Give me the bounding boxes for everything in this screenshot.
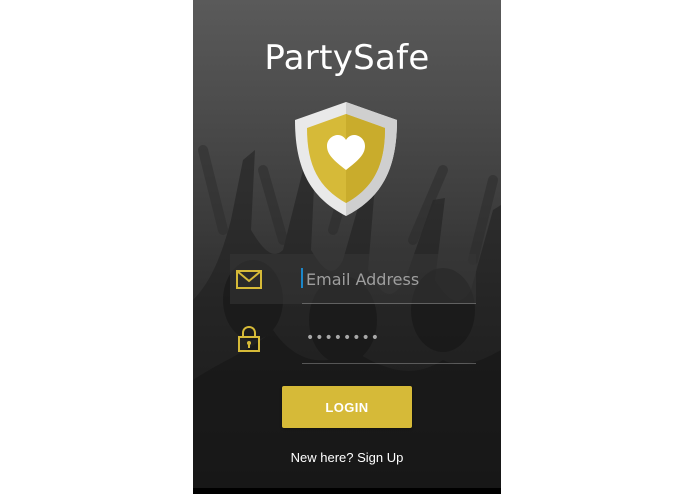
envelope-icon [236,270,262,289]
email-field-row [230,254,476,304]
email-underline [302,303,476,304]
password-underline [302,363,476,364]
signup-link[interactable]: New here? Sign Up [193,450,501,465]
bottom-edge [193,488,501,494]
app-screen: PartySafe •••••••• LOGIN New here? Sign … [193,0,501,494]
shield-heart-icon [295,102,397,216]
padlock-icon [238,325,260,352]
login-button[interactable]: LOGIN [282,386,412,428]
email-input[interactable] [302,266,476,292]
app-title: PartySafe [264,38,430,78]
password-input[interactable]: •••••••• [302,330,476,356]
password-field-row: •••••••• [230,314,476,364]
